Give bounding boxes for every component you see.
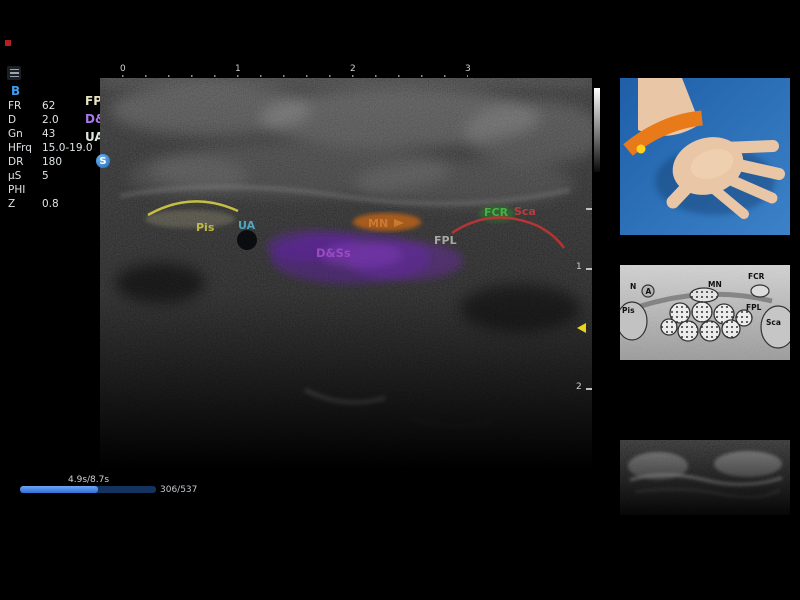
ruler-0: 0 xyxy=(120,64,126,74)
cine-frame-counter: 306/537 xyxy=(160,485,197,495)
anat-label-pis: Pis xyxy=(622,306,635,315)
anat-label-fcr: FCR xyxy=(748,272,765,281)
anat-label-fpl: FPL xyxy=(746,303,762,312)
parameter-panel: FR62 D2.0 Gn43 HFrq15.0-19.0 DR180 μS5 P… xyxy=(8,99,93,211)
ruler-1: 1 xyxy=(235,64,241,74)
param-us: μS5 xyxy=(8,169,93,183)
anat-label-a: A xyxy=(646,287,652,296)
param-fr: FR62 xyxy=(8,99,93,113)
anat-label-mn: MN xyxy=(708,280,722,289)
menu-button[interactable] xyxy=(7,66,21,80)
vendor-logo: S xyxy=(96,154,110,168)
anat-label-sca: Sca xyxy=(766,318,781,327)
depth-tick xyxy=(586,388,592,390)
param-phi: PHI xyxy=(8,183,93,197)
anat-label-n: N xyxy=(630,282,636,291)
focus-marker[interactable] xyxy=(577,323,586,333)
ruler-2: 2 xyxy=(350,64,356,74)
param-dr: DR180 xyxy=(8,155,93,169)
param-depth: D2.0 xyxy=(8,113,93,127)
wristband-marker-dot xyxy=(637,145,646,154)
depth-tick xyxy=(586,208,592,210)
ruler-3: 3 xyxy=(465,64,471,74)
depth-tick xyxy=(586,268,592,270)
depth-label-1: 1 xyxy=(576,262,582,272)
anatomy-reference-diagram[interactable]: N A MN FCR Pis FPL Sca xyxy=(620,265,790,360)
grayscale-bar xyxy=(594,88,600,172)
param-hfrq: HFrq15.0-19.0 xyxy=(8,141,93,155)
ultrasound-screen: B FR62 D2.0 Gn43 HFrq15.0-19.0 DR180 μS5… xyxy=(0,0,800,600)
depth-label-2: 2 xyxy=(576,382,582,392)
us-bottom-fade xyxy=(100,78,592,470)
record-indicator xyxy=(5,40,11,46)
mode-indicator: B xyxy=(11,84,20,98)
ultrasound-image[interactable]: Pis UA MN D&Ss FPL FCR Sca xyxy=(100,78,592,470)
cine-progress-bar[interactable] xyxy=(20,486,156,493)
param-gain: Gn43 xyxy=(8,127,93,141)
cine-time: 4.9s/8.7s xyxy=(68,475,109,485)
probe-position-photo[interactable] xyxy=(620,78,790,235)
cine-progress-fill xyxy=(20,486,98,493)
param-zoom: Z0.8 xyxy=(8,197,93,211)
ruler-ticks xyxy=(122,75,468,77)
hamburger-icon xyxy=(10,69,19,71)
ultrasound-thumbnail[interactable] xyxy=(620,440,790,515)
